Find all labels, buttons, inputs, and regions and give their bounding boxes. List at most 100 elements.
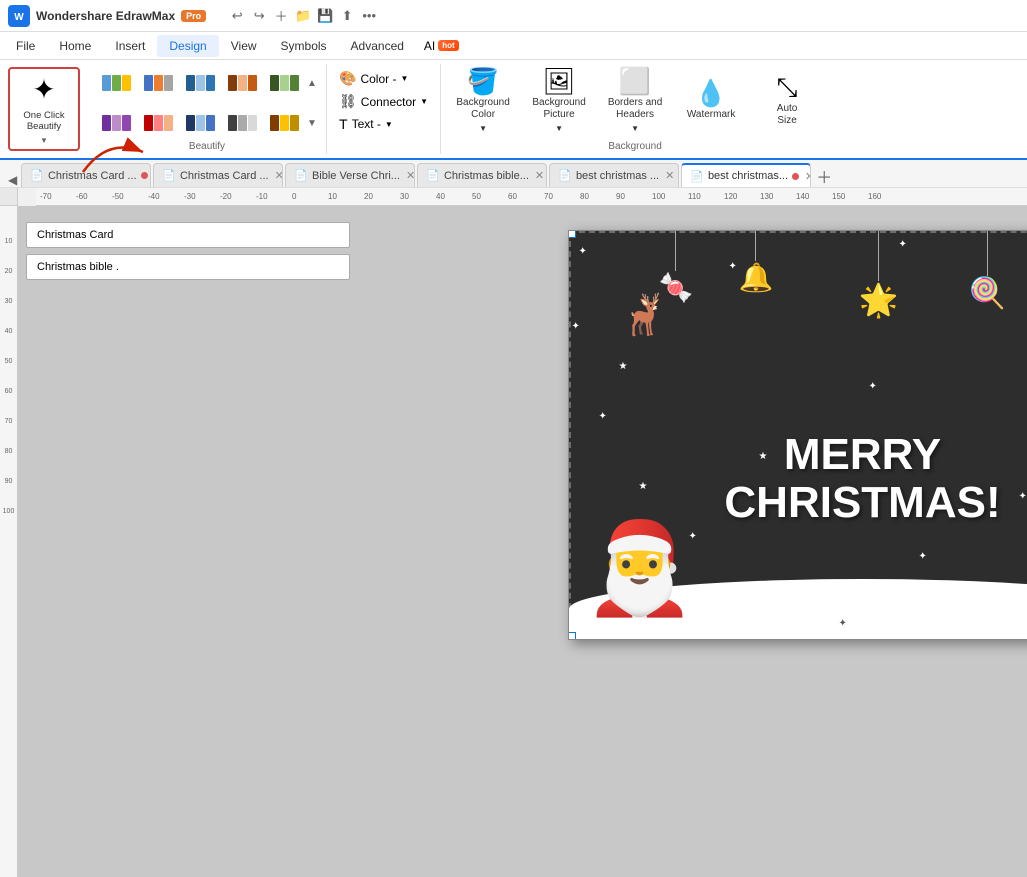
hanging-ornament: 🌟	[859, 231, 899, 319]
tab-close-3[interactable]: ✕	[406, 169, 415, 182]
ribbon: ✦ One ClickBeautify ▼	[0, 60, 1027, 160]
hang-line-4	[987, 231, 988, 276]
background-picture-dropdown: ▼	[555, 124, 563, 133]
tab-close-5[interactable]: ✕	[665, 169, 674, 182]
theme-button-2[interactable]	[138, 64, 178, 102]
tab-dot-6	[792, 173, 799, 180]
menu-view[interactable]: View	[219, 35, 269, 57]
menu-file[interactable]: File	[4, 35, 47, 57]
tab-close-4[interactable]: ✕	[535, 169, 544, 182]
theme-button-8[interactable]	[180, 104, 220, 142]
canvas-area: Christmas Card Christmas bible . ✦ ✦ ✦ ★	[18, 206, 1027, 877]
new-button[interactable]: ＋	[270, 5, 292, 27]
beautify-section-label: Beautify	[189, 141, 225, 152]
ruler-numbers: -70 -60 -50 -40 -30 -20 -10 0 10 20 30 4…	[38, 192, 906, 201]
tab-add-button[interactable]: ＋	[813, 165, 835, 187]
logo-icon: W	[8, 5, 30, 27]
star-6: ✦	[572, 321, 580, 332]
ornament-icon: 🌟	[859, 281, 899, 319]
tab-label-5: best christmas ...	[576, 170, 659, 182]
star-8: ✦	[599, 411, 607, 422]
text-label: Text -	[352, 117, 381, 131]
menu-insert[interactable]: Insert	[103, 35, 157, 57]
watermark-icon: 💧	[695, 80, 727, 106]
menu-home[interactable]: Home	[47, 35, 103, 57]
background-picture-button[interactable]: 🖼 BackgroundPicture ▼	[525, 64, 593, 137]
star-9: ★	[639, 481, 648, 492]
canvas-card[interactable]: ✦ ✦ ✦ ★ ✦ ✦ ★ ✦ ★ ✦ ✦ ★ ✦ ✦ ★ ✦ ✦	[568, 230, 1027, 640]
text-dropdown-arrow: ▼	[385, 120, 393, 129]
background-color-button[interactable]: 🪣 BackgroundColor ▼	[449, 64, 517, 137]
redo-button[interactable]: ↪	[248, 5, 270, 27]
page-thumb-2[interactable]: Christmas bible .	[26, 254, 350, 280]
app-name: Wondershare EdrawMax	[36, 9, 175, 23]
reindeer-icon: 🦌	[619, 291, 669, 338]
tab-christmas-card-2[interactable]: 📄 Christmas Card ... ✕	[153, 163, 283, 187]
borders-dropdown: ▼	[631, 124, 639, 133]
page-thumb-label-1: Christmas Card	[37, 229, 113, 241]
export-button[interactable]: ⬆	[336, 5, 358, 27]
star-7: ★	[619, 361, 628, 372]
connector-dropdown-arrow: ▼	[420, 97, 428, 106]
one-click-beautify-button[interactable]: ✦ One ClickBeautify ▼	[8, 67, 80, 152]
theme-expand-down[interactable]: ▼	[306, 104, 318, 142]
auto-size-label: AutoSize	[777, 103, 798, 127]
save-button[interactable]: 💾	[314, 5, 336, 27]
background-picture-label: BackgroundPicture	[532, 97, 585, 121]
tab-best-christmas-1[interactable]: 📄 best christmas ... ✕	[549, 163, 679, 187]
watermark-button[interactable]: 💧 Watermark	[677, 76, 745, 125]
tab-best-christmas-2[interactable]: 📄 best christmas... ✕	[681, 163, 811, 187]
ruler-corner	[0, 188, 18, 206]
background-color-dropdown: ▼	[479, 124, 487, 133]
menu-advanced[interactable]: Advanced	[339, 35, 416, 57]
tab-close-6[interactable]: ✕	[805, 170, 811, 183]
tab-label-3: Bible Verse Chri...	[312, 170, 400, 182]
ruler-vertical: 10 20 30 40 50 60 70 80 90 100	[0, 206, 18, 877]
theme-button-5[interactable]	[264, 64, 304, 102]
theme-button-10[interactable]	[264, 104, 304, 142]
tab-nav-left[interactable]: ◀	[4, 173, 21, 187]
star-bottom: ✦	[839, 618, 847, 629]
red-arrow-decoration	[78, 132, 158, 182]
christmas-content: ✦ ✦ ✦ ★ ✦ ✦ ★ ✦ ★ ✦ ✦ ★ ✦ ✦ ★ ✦ ✦	[569, 231, 1027, 639]
theme-button-9[interactable]	[222, 104, 262, 142]
menu-symbols[interactable]: Symbols	[269, 35, 339, 57]
workspace-with-ruler: 10 20 30 40 50 60 70 80 90 100 Christmas…	[0, 206, 1027, 877]
background-color-icon: 🪣	[467, 68, 499, 94]
hanging-bell: 🔔	[739, 231, 774, 294]
text-option[interactable]: T Text - ▼	[335, 114, 432, 134]
tab-bible-verse[interactable]: 📄 Bible Verse Chri... ✕	[285, 163, 415, 187]
theme-button-3[interactable]	[180, 64, 220, 102]
background-picture-icon: 🖼	[543, 68, 576, 94]
design-options-section: 🎨 Color - ▼ ⛓ Connector ▼ T Text - ▼	[327, 64, 441, 154]
handle-tl[interactable]	[568, 230, 576, 238]
tab-close-2[interactable]: ✕	[275, 169, 284, 182]
menu-bar: File Home Insert Design View Symbols Adv…	[0, 32, 1027, 60]
auto-size-icon: ⤡	[777, 74, 798, 100]
left-panel: Christmas Card Christmas bible .	[18, 206, 358, 877]
star-14: ✦	[869, 381, 877, 392]
theme-expand-up[interactable]: ▲	[306, 64, 318, 102]
title-bar: W Wondershare EdrawMax Pro ↩ ↪ ＋ 📁 💾 ⬆ •…	[0, 0, 1027, 32]
hanging-candy-cane-2: 🍭	[969, 231, 1006, 311]
undo-button[interactable]: ↩	[226, 5, 248, 27]
hot-badge: hot	[438, 40, 458, 51]
borders-icon: ⬜	[619, 68, 651, 94]
open-button[interactable]: 📁	[292, 5, 314, 27]
menu-design[interactable]: Design	[157, 35, 218, 57]
ai-label: AI	[424, 39, 435, 53]
color-label: Color -	[360, 72, 396, 86]
page-thumb-1[interactable]: Christmas Card	[26, 222, 350, 248]
auto-size-button[interactable]: ⤡ AutoSize	[753, 70, 821, 131]
handle-bl[interactable]	[568, 632, 576, 640]
background-color-label: BackgroundColor	[456, 97, 509, 121]
theme-button-4[interactable]	[222, 64, 262, 102]
candy-cane-2-icon: 🍭	[969, 276, 1006, 311]
theme-button-1[interactable]	[96, 64, 136, 102]
more-button[interactable]: •••	[358, 5, 380, 27]
color-option[interactable]: 🎨 Color - ▼	[335, 68, 432, 89]
tab-christmas-bible[interactable]: 📄 Christmas bible... ✕	[417, 163, 547, 187]
connector-option[interactable]: ⛓ Connector ▼	[335, 91, 432, 112]
borders-headers-button[interactable]: ⬜ Borders andHeaders ▼	[601, 64, 669, 137]
ai-button[interactable]: AI hot	[416, 37, 467, 55]
